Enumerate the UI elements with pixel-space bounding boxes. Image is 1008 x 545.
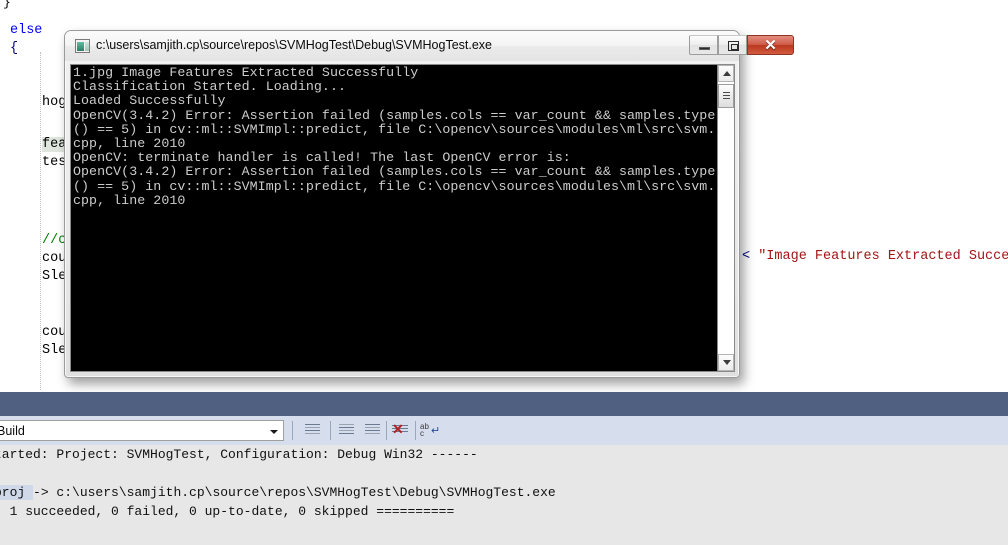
toolbar-separator <box>386 421 387 440</box>
code-token: tes <box>42 155 67 170</box>
console-window[interactable]: c:\users\samjith.cp\source\repos\SVMHogT… <box>64 30 794 378</box>
output-line: : 1 succeeded, 0 failed, 0 up-to-date, 0… <box>0 504 455 519</box>
console-vertical-scrollbar[interactable] <box>717 65 734 371</box>
chevron-down-icon <box>270 430 278 434</box>
code-token: < <box>742 249 759 264</box>
maximize-icon <box>728 41 739 51</box>
close-icon: ✕ <box>764 37 777 54</box>
output-line: tarted: Project: SVMHogTest, Configurati… <box>0 447 478 462</box>
output-line: proj -> c:\users\samjith.cp\source\repos… <box>0 483 556 502</box>
console-titlebar[interactable]: c:\users\samjith.cp\source\repos\SVMHogT… <box>65 31 794 61</box>
toolbar-separator <box>292 421 293 440</box>
toolbar-separator <box>330 421 331 440</box>
code-line: < "Image Features Extracted Succes <box>742 248 1008 266</box>
word-wrap-icon: ab c <box>420 422 429 438</box>
code-line: cou <box>42 250 66 268</box>
output-line-highlight: proj <box>0 485 34 500</box>
code-token: cou <box>42 251 67 266</box>
output-line-text: -> c:\users\samjith.cp\source\repos\SVMH… <box>33 485 556 500</box>
toggle-word-wrap-button[interactable]: ab c ↵ <box>418 420 440 441</box>
code-line: hog <box>42 94 66 112</box>
code-line: cou <box>42 324 66 342</box>
code-token: fea <box>42 137 67 152</box>
console-title-text: c:\users\samjith.cp\source\repos\SVMHogT… <box>96 38 493 52</box>
scroll-thumb[interactable] <box>718 84 734 108</box>
code-line: fea <box>42 136 67 154</box>
output-text-area[interactable]: tarted: Project: SVMHogTest, Configurati… <box>0 445 1008 545</box>
show-output-from-value: Build <box>0 424 25 438</box>
code-stray-brace: } <box>3 0 11 10</box>
toolbar-separator <box>415 421 416 440</box>
code-token: Sle <box>42 343 67 358</box>
show-output-from-dropdown[interactable]: Build <box>0 420 284 441</box>
code-token: cou <box>42 325 67 340</box>
next-message-icon <box>365 424 380 437</box>
output-panel-toolbar: Build ✕ ab c ↵ <box>0 416 1008 445</box>
previous-message-icon <box>339 424 354 437</box>
maximize-button[interactable] <box>718 35 747 55</box>
code-line: else <box>10 22 42 40</box>
word-wrap-arrow-icon: ↵ <box>431 425 441 437</box>
console-app-icon <box>75 39 90 53</box>
console-output-text: 1.jpg Image Features Extracted Successfu… <box>73 65 716 208</box>
code-token: { <box>10 41 19 56</box>
scroll-down-arrow-icon[interactable] <box>718 354 734 371</box>
code-token: "Image Features Extracted Succes <box>758 249 1008 264</box>
code-token: Sle <box>42 269 67 284</box>
previous-message-button[interactable] <box>336 420 358 441</box>
code-line: Sle <box>42 342 66 360</box>
clear-all-button[interactable]: ✕ <box>390 420 412 441</box>
code-line: { <box>10 40 18 58</box>
output-panel: Build ✕ ab c ↵ tarted: Project: SVMHogTe… <box>0 392 1008 545</box>
scroll-up-arrow-icon[interactable] <box>718 65 734 82</box>
close-button[interactable]: ✕ <box>747 35 794 55</box>
code-line: //c <box>42 232 66 250</box>
go-to-message-button[interactable] <box>302 420 324 441</box>
minimize-button[interactable] <box>689 35 718 55</box>
output-panel-tabstrip[interactable] <box>0 392 1008 416</box>
next-message-button[interactable] <box>362 420 384 441</box>
minimize-icon <box>699 47 710 50</box>
clear-all-icon: ✕ <box>392 421 404 437</box>
code-token: else <box>10 23 43 38</box>
go-to-message-icon <box>305 424 320 437</box>
code-token: //c <box>42 233 67 248</box>
code-token: hog <box>42 95 67 110</box>
code-line: tes <box>42 154 66 172</box>
console-output-area[interactable]: 1.jpg Image Features Extracted Successfu… <box>70 64 735 372</box>
code-line: Sle <box>42 268 66 286</box>
indent-guide <box>40 52 41 390</box>
